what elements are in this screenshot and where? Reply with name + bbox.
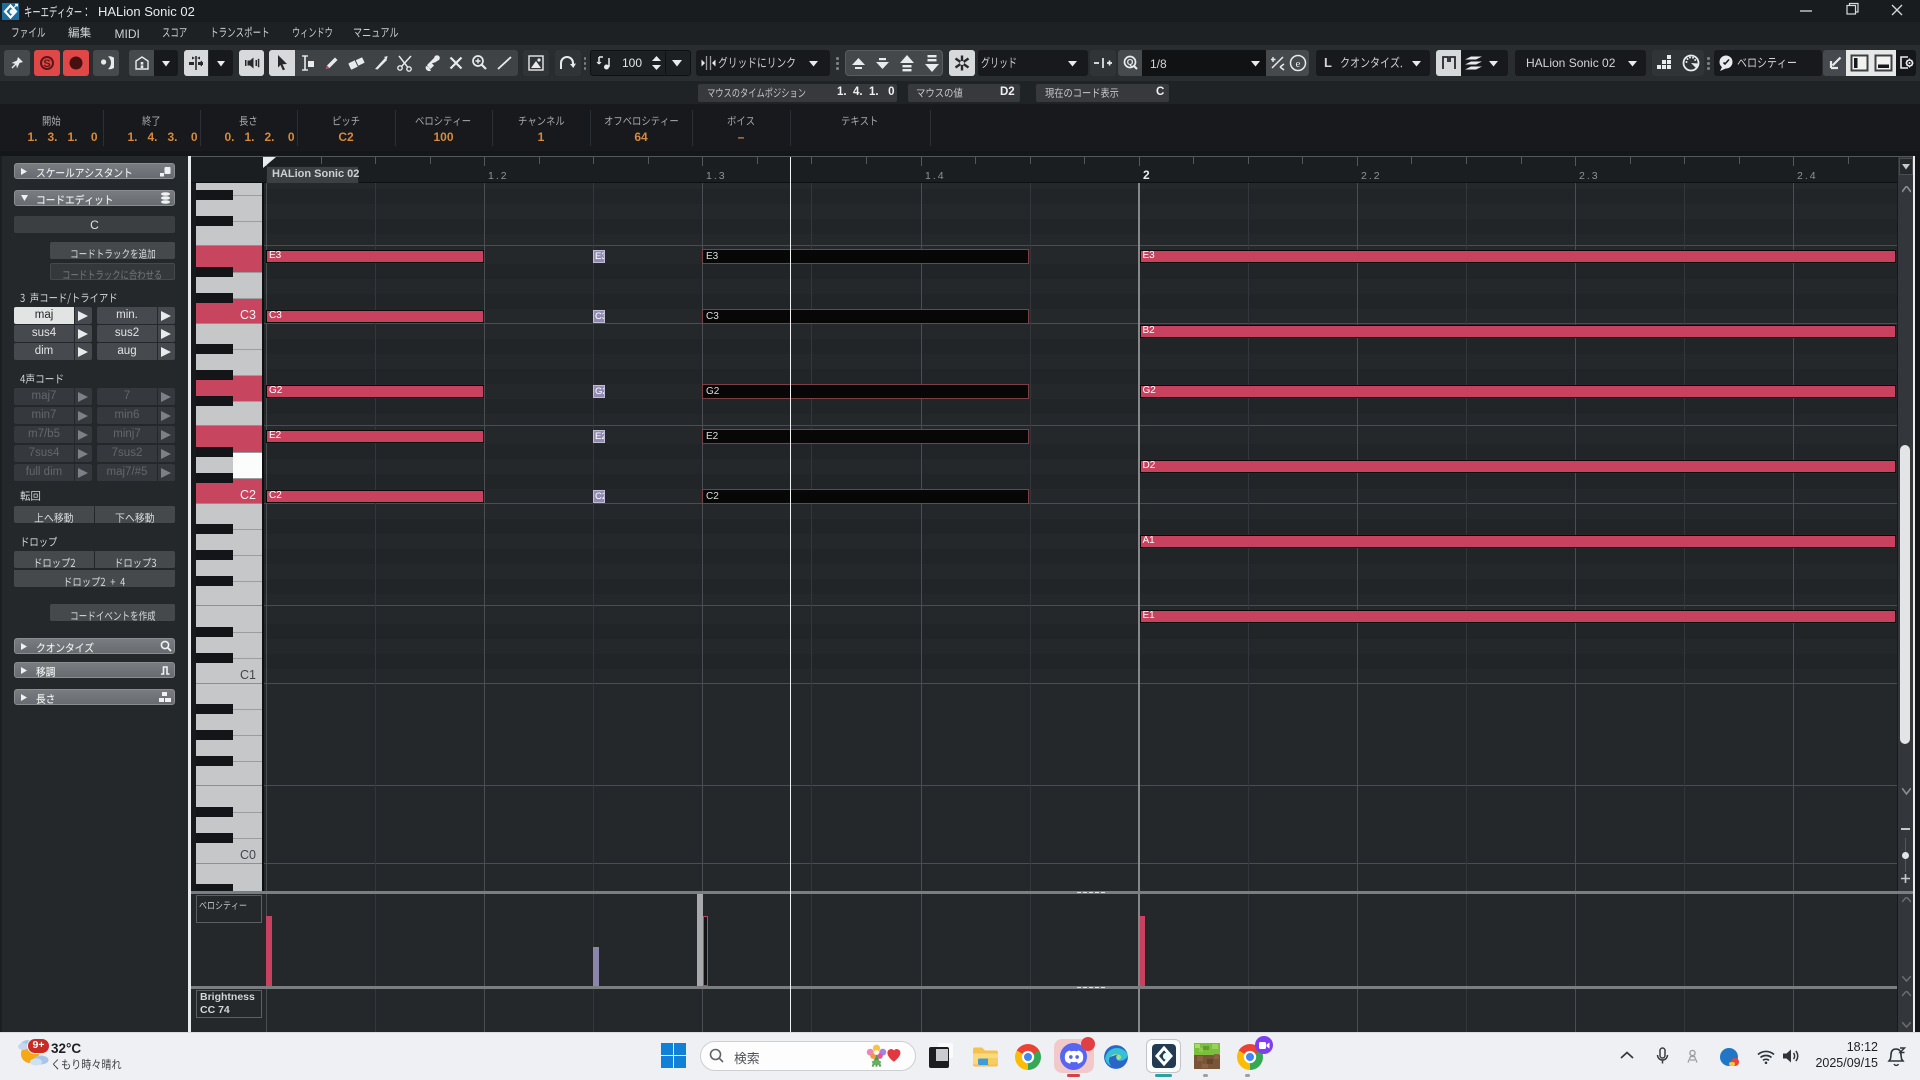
svg-text:e: e [1296, 58, 1301, 70]
svg-text:Q: Q [1127, 57, 1134, 67]
svg-text:S: S [43, 58, 50, 70]
